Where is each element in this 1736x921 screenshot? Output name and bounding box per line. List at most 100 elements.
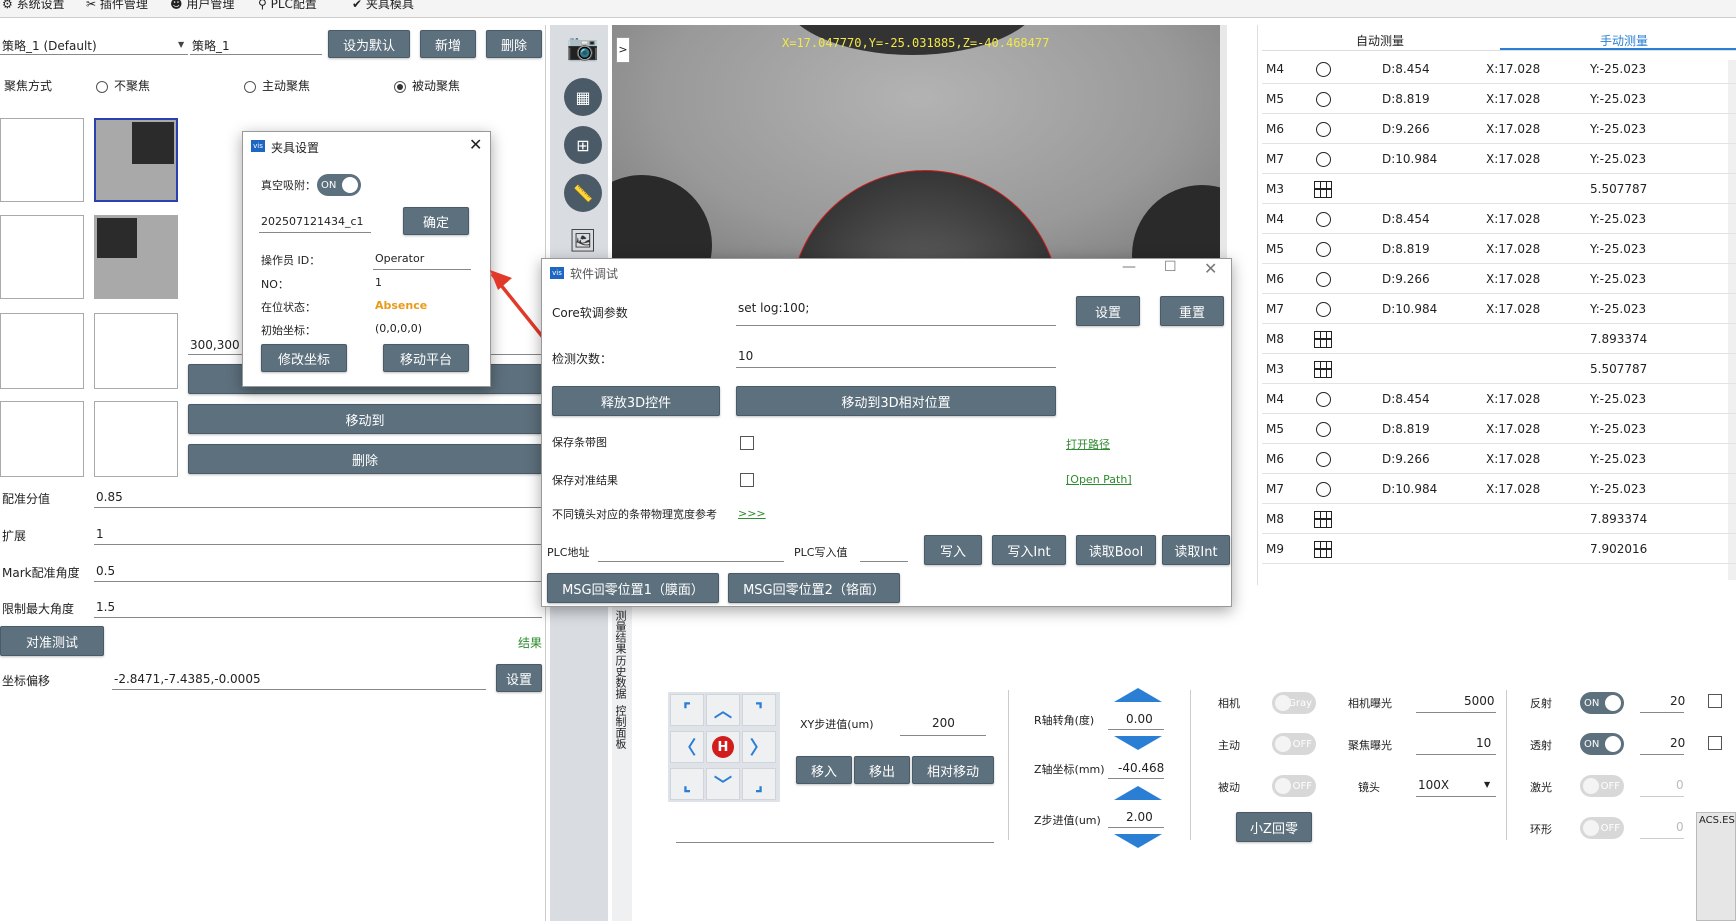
operator-input[interactable]: Operator — [375, 252, 424, 265]
write-int-button[interactable]: 写入Int — [992, 535, 1066, 565]
tab-manual-measure[interactable]: 手动测量 — [1600, 32, 1648, 49]
mark-angle-input[interactable]: 0.5 — [96, 564, 115, 578]
active-toggle[interactable]: OFF — [1272, 733, 1316, 755]
transmit-input[interactable]: 20 — [1670, 736, 1685, 750]
set-default-button[interactable]: 设为默认 — [328, 30, 410, 58]
chevron-down-icon[interactable]: ▼ — [178, 40, 184, 49]
add-button[interactable]: 新增 — [420, 30, 476, 58]
menu-plugins[interactable]: ✂ 插件管理 — [86, 0, 148, 12]
table-row[interactable]: M5 D:8.819 X:17.028 Y:-25.023 — [1262, 414, 1736, 444]
focus-active-radio[interactable]: 主动聚焦 — [244, 77, 310, 94]
z-down-icon[interactable] — [1114, 834, 1162, 848]
read-int-button[interactable]: 读取Int — [1162, 535, 1230, 565]
snapshot-list-icon[interactable]: ▦ — [564, 78, 602, 116]
open-path-cn-link[interactable]: 打开路径 — [1066, 436, 1110, 452]
menu-fixture[interactable]: ✔ 夹具模具 — [352, 0, 414, 12]
table-row[interactable]: M4 D:8.454 X:17.028 Y:-25.023 — [1262, 204, 1736, 234]
reflect-input[interactable]: 20 — [1670, 694, 1685, 708]
save-align-checkbox[interactable] — [740, 473, 754, 487]
tab-history[interactable]: 历史数据 — [614, 655, 628, 699]
small-z-home-button[interactable]: 小Z回零 — [1236, 812, 1312, 842]
table-row[interactable]: M3 5.507787 — [1262, 354, 1736, 384]
move-platform-button[interactable]: 移动平台 — [383, 344, 469, 372]
template-thumb[interactable] — [0, 215, 84, 299]
table-row[interactable]: M9 7.902016 — [1262, 534, 1736, 564]
move-out-button[interactable]: 移出 — [854, 756, 910, 784]
move-3d-relative-button[interactable]: 移动到3D相对位置 — [736, 386, 1056, 416]
strategy-select[interactable]: 策略_1 (Default) — [2, 37, 97, 54]
template-thumb[interactable] — [94, 401, 178, 477]
save-strip-checkbox[interactable] — [740, 436, 754, 450]
vacuum-toggle[interactable]: ON — [317, 174, 361, 196]
table-row[interactable]: M8 7.893374 — [1262, 324, 1736, 354]
menu-plc[interactable]: ⚲ PLC配置 — [258, 0, 317, 12]
template-thumb-selected[interactable] — [94, 118, 178, 202]
table-row[interactable]: M5 D:8.819 X:17.028 Y:-25.023 — [1262, 84, 1736, 114]
lens-ref-link[interactable]: >>> — [738, 507, 766, 520]
table-row[interactable]: M7 D:10.984 X:17.028 Y:-25.023 — [1262, 294, 1736, 324]
expand-panel-button[interactable]: > — [616, 37, 630, 63]
move-in-button[interactable]: 移入 — [796, 756, 852, 784]
maximize-icon[interactable]: ☐ — [1164, 259, 1177, 275]
msg-home1-button[interactable]: MSG回零位置1（膜面） — [547, 573, 719, 603]
template-thumb[interactable] — [94, 215, 178, 299]
tab-measure-result[interactable]: 测量结果 — [614, 610, 628, 654]
laser-toggle[interactable]: OFF — [1580, 775, 1624, 797]
down-right-icon[interactable]: ⌟ — [742, 768, 776, 800]
table-row[interactable]: M6 D:9.266 X:17.028 Y:-25.023 — [1262, 444, 1736, 474]
template-thumb[interactable] — [0, 313, 84, 389]
image-icon[interactable]: 🖼 — [564, 222, 602, 260]
core-set-button[interactable]: 设置 — [1076, 296, 1140, 326]
table-row[interactable]: M4 D:8.454 X:17.028 Y:-25.023 — [1262, 384, 1736, 414]
camera-gray-toggle[interactable]: Gray — [1272, 692, 1316, 714]
table-row[interactable]: M4 D:8.454 X:17.028 Y:-25.023 — [1262, 54, 1736, 84]
open-path-en-link[interactable]: [Open Path] — [1066, 473, 1132, 486]
table-row[interactable]: M5 D:8.819 X:17.028 Y:-25.023 — [1262, 234, 1736, 264]
exposure-input[interactable]: 5000 — [1464, 694, 1495, 708]
right-arrow-icon[interactable]: 〉 — [742, 731, 776, 763]
delete-template-button[interactable]: 删除 — [188, 444, 542, 474]
camera-icon[interactable]: 📷 — [564, 29, 602, 67]
down-left-icon[interactable]: ⌞ — [670, 768, 704, 800]
focus-passive-radio[interactable]: 被动聚焦 — [394, 77, 460, 94]
menu-system[interactable]: ⚙ 系统设置 — [2, 0, 65, 12]
table-row[interactable]: M7 D:10.984 X:17.028 Y:-25.023 — [1262, 474, 1736, 504]
camera-scrollbar[interactable] — [1220, 25, 1227, 265]
fixture-code-input[interactable]: 202507121434_c1 — [261, 215, 364, 228]
template-thumb[interactable] — [0, 401, 84, 477]
z-axis-input[interactable]: -40.468 — [1118, 761, 1164, 775]
reflect-toggle[interactable]: ON — [1580, 692, 1624, 714]
r-axis-input[interactable]: 0.00 — [1126, 712, 1153, 726]
passive-toggle[interactable]: OFF — [1272, 775, 1316, 797]
offset-input[interactable]: -2.8471,-7.4385,-0.0005 — [114, 672, 261, 686]
align-test-button[interactable]: 对准测试 — [0, 626, 104, 656]
table-row[interactable]: M3 5.507787 — [1262, 174, 1736, 204]
table-row[interactable]: M6 D:9.266 X:17.028 Y:-25.023 — [1262, 114, 1736, 144]
ring-toggle[interactable]: OFF — [1580, 817, 1624, 839]
grid-icon[interactable]: ⊞ — [564, 126, 602, 164]
r-down-icon[interactable] — [1114, 736, 1162, 750]
up-arrow-icon[interactable]: ︿ — [706, 694, 740, 726]
core-param-input[interactable]: set log:100; — [738, 301, 809, 315]
move-to-button[interactable]: 移动到 — [188, 404, 542, 434]
strategy-name-input[interactable]: 策略_1 — [192, 37, 230, 54]
lens-select[interactable]: 100X — [1418, 778, 1449, 792]
template-thumb[interactable] — [94, 313, 178, 389]
template-thumb[interactable] — [0, 118, 84, 202]
chevron-down-icon[interactable]: ▼ — [1484, 780, 1490, 789]
match-score-input[interactable]: 0.85 — [96, 490, 123, 504]
up-left-icon[interactable]: ⌜ — [670, 694, 704, 726]
close-icon[interactable]: ✕ — [1204, 259, 1217, 278]
z-up-icon[interactable] — [1114, 786, 1162, 800]
minimize-icon[interactable]: — — [1122, 259, 1136, 275]
check-count-input[interactable]: 10 — [738, 349, 753, 363]
read-bool-button[interactable]: 读取Bool — [1076, 535, 1156, 565]
close-icon[interactable]: ✕ — [469, 135, 482, 154]
left-arrow-icon[interactable]: 〈 — [670, 731, 704, 763]
camera-view[interactable]: X=17.047770,Y=-25.031885,Z=-40.468477 > — [612, 25, 1227, 265]
table-row[interactable]: M6 D:9.266 X:17.028 Y:-25.023 — [1262, 264, 1736, 294]
confirm-button[interactable]: 确定 — [403, 207, 469, 235]
offset-set-button[interactable]: 设置 — [496, 664, 542, 692]
transmit-toggle[interactable]: ON — [1580, 733, 1624, 755]
write-button[interactable]: 写入 — [924, 535, 982, 565]
